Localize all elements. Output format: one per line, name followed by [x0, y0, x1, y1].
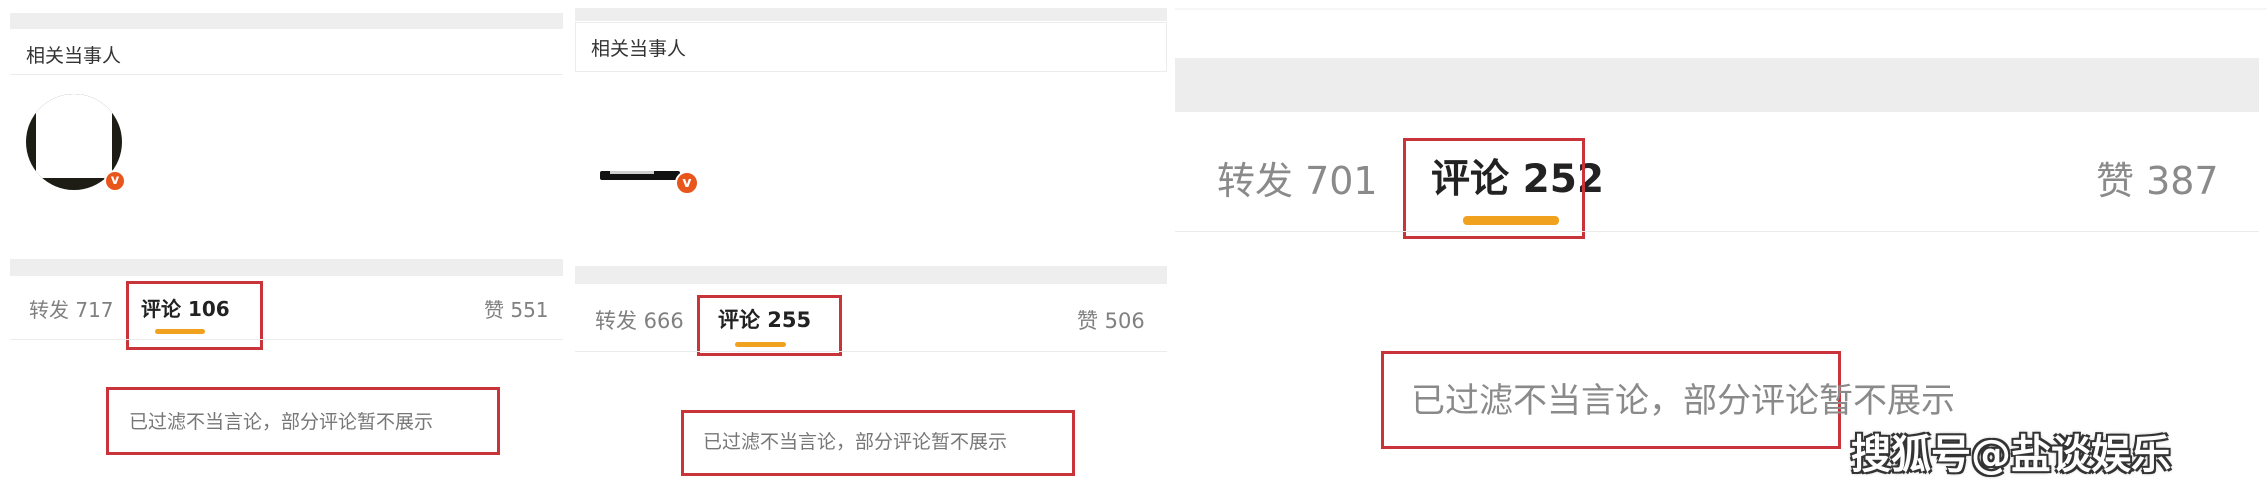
- divider: [10, 74, 563, 75]
- divider: [575, 351, 1167, 352]
- screenshot-panel-1: 相关当事人 v 转发 717 评论 106 赞 551 已过滤不当言论，部分评论…: [0, 0, 575, 497]
- tabs-separator: [1175, 58, 2259, 112]
- tab-repost[interactable]: 转发 701: [1217, 150, 1378, 205]
- top-separator: [10, 13, 563, 29]
- avatar-mask: [36, 94, 112, 178]
- tab-like[interactable]: 赞 551: [484, 294, 549, 323]
- filter-notice: 已过滤不当言论，部分评论暂不展示: [129, 411, 434, 433]
- filter-notice: 已过滤不当言论，部分评论暂不展示: [703, 431, 1008, 453]
- comment-highlight-box: [1403, 138, 1585, 239]
- filter-notice: 已过滤不当言论，部分评论暂不展示: [1411, 381, 1955, 421]
- top-separator: [575, 8, 1167, 21]
- section-title: 相关当事人: [591, 38, 687, 60]
- screenshot-panel-3: 转发 701 评论 252 赞 387 已过滤不当言论，部分评论暂不展示 搜狐号…: [1175, 0, 2267, 497]
- tab-repost[interactable]: 转发 666: [595, 305, 684, 335]
- avatar-accent: [610, 171, 654, 174]
- tab-repost[interactable]: 转发 717: [29, 294, 114, 323]
- tab-like[interactable]: 赞 387: [2096, 150, 2219, 205]
- verified-badge-icon: v: [104, 170, 126, 192]
- comment-highlight-box: [697, 295, 842, 356]
- tabs-separator: [10, 259, 563, 276]
- tab-like[interactable]: 赞 506: [1077, 305, 1145, 335]
- section-title: 相关当事人: [26, 45, 122, 67]
- source-watermark: 搜狐号@盐谈娱乐: [1851, 432, 2171, 478]
- tabs-separator: [575, 266, 1167, 284]
- top-faint-line: [1175, 8, 2267, 10]
- divider: [10, 339, 563, 340]
- screenshot-panel-2: 相关当事人 v 转发 666 评论 255 赞 506 已过滤不当言论，部分评论…: [575, 0, 1175, 497]
- verified-badge-icon: v: [675, 171, 699, 195]
- divider: [1175, 231, 2259, 232]
